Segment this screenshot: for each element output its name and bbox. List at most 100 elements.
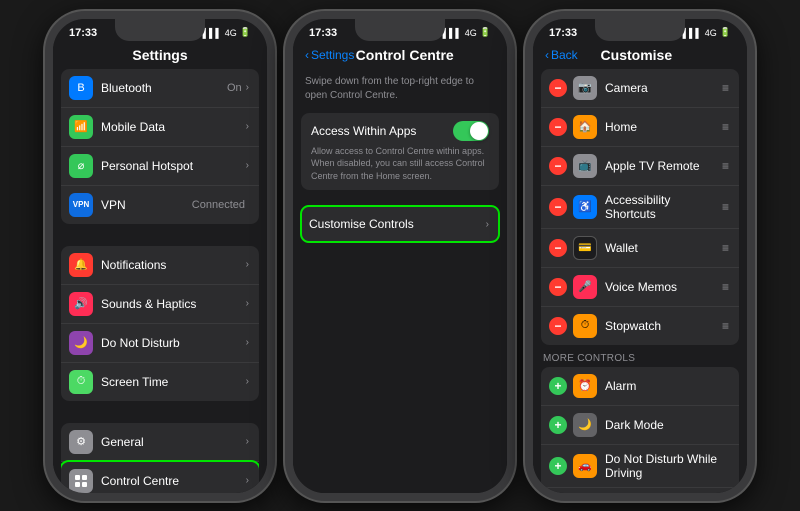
- p3-back-chevron: ‹: [545, 48, 549, 62]
- guided-access-item[interactable]: + ⊙ Guided Access: [541, 488, 739, 493]
- p2-battery-icon: 🔋: [480, 27, 491, 38]
- bluetooth-item[interactable]: B Bluetooth On ›: [61, 69, 259, 108]
- signal-icon: ▌▌▌: [203, 28, 222, 38]
- hotspot-item[interactable]: ⌀ Personal Hotspot ›: [61, 147, 259, 186]
- voicememos-remove-btn[interactable]: −: [549, 278, 567, 296]
- acc-shortcuts-item[interactable]: − ♿ Accessibility Shortcuts ≡: [541, 186, 739, 229]
- notifications-label: Notifications: [101, 258, 246, 272]
- access-within-toggle[interactable]: [453, 121, 489, 141]
- darkmode-add-btn[interactable]: +: [549, 416, 567, 434]
- p3-battery-icon: 🔋: [720, 27, 731, 38]
- accshortcuts-label: Accessibility Shortcuts: [605, 193, 720, 221]
- alarm-icon: ⏰: [573, 374, 597, 398]
- dndriving-icon: 🚗: [573, 454, 597, 478]
- phone-3-back-button[interactable]: ‹ Back: [545, 48, 578, 62]
- notifications-icon: 🔔: [69, 253, 93, 277]
- sounds-label: Sounds & Haptics: [101, 297, 246, 311]
- p2-spacer: [293, 192, 507, 206]
- screen-time-item[interactable]: ⏱ Screen Time ›: [61, 363, 259, 401]
- phone-3: 17:33 ▌▌▌ 4G 🔋 ‹ Back Customise: [525, 11, 755, 501]
- phone-1-section-1: B Bluetooth On › 📶 Mobile Data › ⌀: [53, 69, 267, 224]
- control-centre-label: Control Centre: [101, 474, 246, 488]
- wallet-label: Wallet: [605, 241, 720, 255]
- phone-1-section-1-group: B Bluetooth On › 📶 Mobile Data › ⌀: [61, 69, 259, 224]
- control-centre-chevron: ›: [246, 475, 249, 486]
- alarm-add-btn[interactable]: +: [549, 377, 567, 395]
- notifications-item[interactable]: 🔔 Notifications ›: [61, 246, 259, 285]
- voice-memos-item[interactable]: − 🎤 Voice Memos ≡: [541, 268, 739, 307]
- dark-mode-item[interactable]: + 🌙 Dark Mode: [541, 406, 739, 445]
- home-drag[interactable]: ≡: [722, 120, 729, 134]
- dnd-driving-item[interactable]: + 🚗 Do Not Disturb While Driving: [541, 445, 739, 488]
- p3-signal-icon: ▌▌▌: [683, 28, 702, 38]
- back-chevron-icon: ‹: [305, 48, 309, 62]
- access-within-subtext: Allow access to Control Centre within ap…: [311, 145, 489, 183]
- phone-1-settings-list[interactable]: B Bluetooth On › 📶 Mobile Data › ⌀: [53, 69, 267, 493]
- general-item[interactable]: ⚙ General ›: [61, 423, 259, 462]
- stopwatch-remove-btn[interactable]: −: [549, 317, 567, 335]
- phone-1-status-icons: ▌▌▌ 4G 🔋: [203, 27, 251, 38]
- mobile-data-chevron: ›: [246, 121, 249, 132]
- accshortcuts-remove-btn[interactable]: −: [549, 198, 567, 216]
- voicememos-drag[interactable]: ≡: [722, 280, 729, 294]
- phone-2-screen: 17:33 ▌▌▌ 4G 🔋 ‹ Settings Control Centre…: [293, 19, 507, 493]
- camera-remove-btn[interactable]: −: [549, 79, 567, 97]
- phone-1-section-2: 🔔 Notifications › 🔊 Sounds & Haptics › 🌙…: [53, 246, 267, 401]
- back-label: Settings: [311, 48, 354, 62]
- access-within-apps-item[interactable]: Access Within Apps Allow access to Contr…: [301, 113, 499, 191]
- apple-tv-item[interactable]: − 📺 Apple TV Remote ≡: [541, 147, 739, 186]
- vpn-item[interactable]: VPN VPN Connected: [61, 186, 259, 224]
- camera-icon: 📷: [573, 76, 597, 100]
- vpn-value: Connected: [192, 199, 245, 211]
- phone-2-nav-title: Control Centre: [354, 47, 455, 63]
- phone-1-screen: 17:33 ▌▌▌ 4G 🔋 Settings B Bluetooth: [53, 19, 267, 493]
- wallet-remove-btn[interactable]: −: [549, 239, 567, 257]
- stopwatch-item[interactable]: − ⏱ Stopwatch ≡: [541, 307, 739, 345]
- alarm-label: Alarm: [605, 379, 729, 393]
- home-remove-btn[interactable]: −: [549, 118, 567, 136]
- camera-drag[interactable]: ≡: [722, 81, 729, 95]
- phone-2-back-button[interactable]: ‹ Settings: [305, 48, 354, 62]
- phone-3-time: 17:33: [549, 27, 577, 39]
- wallet-item[interactable]: − 💳 Wallet ≡: [541, 229, 739, 268]
- stopwatch-drag[interactable]: ≡: [722, 319, 729, 333]
- sounds-item[interactable]: 🔊 Sounds & Haptics ›: [61, 285, 259, 324]
- darkmode-icon: 🌙: [573, 413, 597, 437]
- home-item[interactable]: − 🏠 Home ≡: [541, 108, 739, 147]
- control-centre-description: Swipe down from the top-right edge to op…: [293, 69, 507, 113]
- phone-3-status-icons: ▌▌▌ 4G 🔋: [683, 27, 731, 38]
- phone-2-nav-bar: ‹ Settings Control Centre: [293, 43, 507, 69]
- dnd-icon: 🌙: [69, 331, 93, 355]
- phone-3-content[interactable]: − 📷 Camera ≡ − 🏠 Home ≡ − 📺 Apple: [533, 69, 747, 493]
- appletv-remove-btn[interactable]: −: [549, 157, 567, 175]
- home-label: Home: [605, 120, 720, 134]
- notifications-chevron: ›: [246, 259, 249, 270]
- dnd-item[interactable]: 🌙 Do Not Disturb ›: [61, 324, 259, 363]
- wallet-drag[interactable]: ≡: [722, 241, 729, 255]
- battery-icon: 🔋: [240, 27, 251, 38]
- control-centre-item[interactable]: Control Centre ›: [61, 462, 259, 493]
- appletv-drag[interactable]: ≡: [722, 159, 729, 173]
- dndriving-add-btn[interactable]: +: [549, 457, 567, 475]
- mobile-data-label: Mobile Data: [101, 120, 246, 134]
- customise-controls-item[interactable]: Customise Controls ›: [301, 206, 499, 242]
- dnd-chevron: ›: [246, 337, 249, 348]
- accshortcuts-drag[interactable]: ≡: [722, 200, 729, 214]
- phone-1: 17:33 ▌▌▌ 4G 🔋 Settings B Bluetooth: [45, 11, 275, 501]
- customise-controls-group[interactable]: Customise Controls ›: [301, 206, 499, 242]
- bluetooth-label: Bluetooth: [101, 81, 227, 95]
- mobile-data-item[interactable]: 📶 Mobile Data ›: [61, 108, 259, 147]
- hotspot-label: Personal Hotspot: [101, 159, 246, 173]
- camera-item[interactable]: − 📷 Camera ≡: [541, 69, 739, 108]
- phone-1-section-2-group: 🔔 Notifications › 🔊 Sounds & Haptics › 🌙…: [61, 246, 259, 401]
- mobile-data-icon: 📶: [69, 115, 93, 139]
- hotspot-chevron: ›: [246, 160, 249, 171]
- general-chevron: ›: [246, 436, 249, 447]
- phone-3-screen: 17:33 ▌▌▌ 4G 🔋 ‹ Back Customise: [533, 19, 747, 493]
- general-icon: ⚙: [69, 430, 93, 454]
- screen-time-chevron: ›: [246, 376, 249, 387]
- phone-2: 17:33 ▌▌▌ 4G 🔋 ‹ Settings Control Centre…: [285, 11, 515, 501]
- vpn-icon: VPN: [69, 193, 93, 217]
- alarm-item[interactable]: + ⏰ Alarm: [541, 367, 739, 406]
- toggle-knob: [470, 122, 488, 140]
